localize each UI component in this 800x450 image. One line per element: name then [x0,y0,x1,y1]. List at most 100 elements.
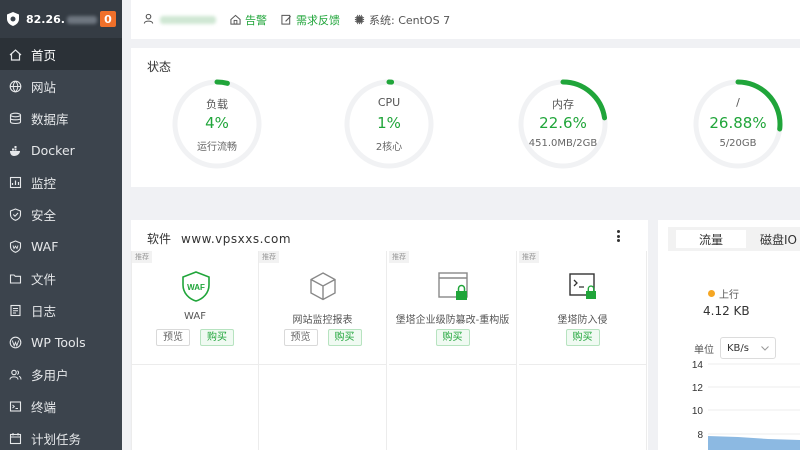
sidebar-item-11[interactable]: 终端 [0,390,122,422]
gauge-value: 22.6% [539,114,587,132]
upload-legend: 上行 [708,286,739,301]
recommend-tag: 推荐 [132,251,152,263]
status-panel: 状态 负载 4% 运行流畅 CPU 1% 2核心 内存 22.6% 451.0MB/2GB / 26… [131,48,800,187]
waf-shield-icon [9,239,22,253]
users-icon [9,368,22,381]
tab-disk-io[interactable]: 磁盘IO [760,230,797,248]
sidebar-item-5[interactable]: 安全 [0,198,122,230]
buy-button[interactable]: 购买 [565,329,600,346]
waf-icon: WAF [182,271,210,302]
buy-button[interactable]: 购买 [435,329,470,346]
recommend-tag: 推荐 [389,251,409,263]
feedback-link[interactable]: 需求反馈 [281,12,340,28]
sidebar-item-9[interactable]: WP Tools [0,326,122,358]
sidebar-item-label: 网站 [31,79,57,95]
sidebar-item-10[interactable]: 多用户 [0,358,122,390]
monitor-icon [9,176,22,189]
software-panel: 软件 www.vpsxxs.com 推荐 WAF WAF 预览 购买 推荐 网站监控报表 预览购… [131,220,648,450]
preview-button[interactable]: 预览 [156,329,190,346]
gauge-label: CPU [377,96,401,109]
sidebar-item-label: 日志 [31,303,57,319]
gauge-sub: 5/20GB [719,138,757,149]
sidebar-item-label: Docker [31,142,75,158]
sidebar-item-label: WAF [31,238,59,254]
software-buttons: 预览 购买 [132,329,258,346]
traffic-chart: 14 12 10 8 [692,360,800,450]
sidebar-item-3[interactable]: Docker [0,134,122,166]
sidebar-item-4[interactable]: 监控 [0,166,122,198]
more-options-icon[interactable] [616,230,620,242]
alert-link[interactable]: 告警 [230,12,267,28]
terminal-icon [9,400,22,413]
notification-badge[interactable]: 0 [100,11,116,27]
preview-button[interactable]: 预览 [283,329,318,346]
upload-value: 4.12 KB [703,304,750,318]
unit-select-value: KB/s [727,342,749,354]
sidebar-item-label: 安全 [31,207,57,223]
software-card-2[interactable]: 推荐堡塔企业级防篡改-重构版购买 [389,251,517,365]
recommend-tag: 推荐 [259,251,279,263]
gauge-3[interactable]: / 26.88% 5/20GB [692,78,784,170]
gauge-0[interactable]: 负载 4% 运行流畅 [171,78,263,170]
sidebar-item-7[interactable]: 文件 [0,262,122,294]
edit-icon [281,14,292,25]
y-tick-label: 12 [692,383,704,394]
log-icon [9,304,22,317]
system-label: 系统: CentOS 7 [369,13,451,27]
gauge-1[interactable]: CPU 1% 2核心 [343,78,435,170]
server-ip: 82.26. [26,13,97,26]
software-card-3[interactable]: 推荐堡塔防入侵购买 [519,251,647,365]
sidebar: 82.26. 0 首页网站数据库 Docker 监控安全 WAF 文件日志 WP Tool… [0,0,122,450]
traffic-panel: 流量 磁盘IO 上行 4.12 KB 单位 KB/s 14 12 10 8 [658,220,800,450]
sidebar-header: 82.26. 0 [0,0,122,38]
username-redaction [160,15,216,24]
gauge-label: / [736,96,740,109]
sidebar-item-1[interactable]: 网站 [0,70,122,102]
feedback-label: 需求反馈 [296,13,340,27]
software-name: 堡塔企业级防篡改-重构版 [395,315,510,326]
database-icon [9,112,22,125]
y-tick-label: 14 [692,360,704,371]
sidebar-item-label: 数据库 [31,111,69,127]
gauge-value: 1% [377,114,401,132]
sidebar-item-label: 监控 [31,175,57,191]
sidebar-item-12[interactable]: 计划任务 [0,422,122,450]
gauge-sub: 运行流畅 [197,142,237,153]
globe-icon [9,80,22,93]
recommend-tag: 推荐 [519,251,539,263]
gauge-label: 负载 [206,98,228,111]
software-buttons: 购买 [519,329,646,346]
docker-icon [9,144,22,157]
sidebar-item-6[interactable]: WAF [0,230,122,262]
calendar-icon [9,432,22,445]
upload-label: 上行 [719,290,739,301]
sidebar-item-label: 计划任务 [31,431,82,447]
software-row-2 [131,365,648,450]
software-card-1[interactable]: 推荐网站监控报表预览 购买 [259,251,387,365]
software-title: 软件 www.vpsxxs.com [147,232,292,246]
traffic-tabs: 流量 磁盘IO [668,227,800,251]
software-card-0[interactable]: 推荐 WAF WAF 预览 购买 [131,251,259,365]
chevron-down-icon [761,345,769,351]
home-alert-icon [230,14,241,25]
software-name: 堡塔防入侵 [557,315,608,326]
chip-icon [354,14,365,25]
software-name: WAF [184,311,206,322]
svg-text:WAF: WAF [187,283,205,292]
software-name: 网站监控报表 [292,315,353,326]
gauge-value: 4% [205,114,229,132]
sidebar-item-label: WP Tools [31,334,86,350]
buy-button[interactable]: 购买 [200,329,234,346]
gauge-value: 26.88% [709,114,767,132]
sidebar-item-0[interactable]: 首页 [0,38,122,70]
buy-button[interactable]: 购买 [327,329,362,346]
sidebar-item-2[interactable]: 数据库 [0,102,122,134]
sidebar-item-8[interactable]: 日志 [0,294,122,326]
top-bar: 告警 需求反馈 系统: CentOS 7 [131,0,800,39]
y-tick-label: 8 [697,430,703,441]
window-lock-icon [438,272,468,300]
gauge-sub: 451.0MB/2GB [528,138,598,149]
gauge-2[interactable]: 内存 22.6% 451.0MB/2GB [517,78,609,170]
tab-traffic[interactable]: 流量 [676,230,746,248]
terminal-lock-icon [569,273,596,299]
